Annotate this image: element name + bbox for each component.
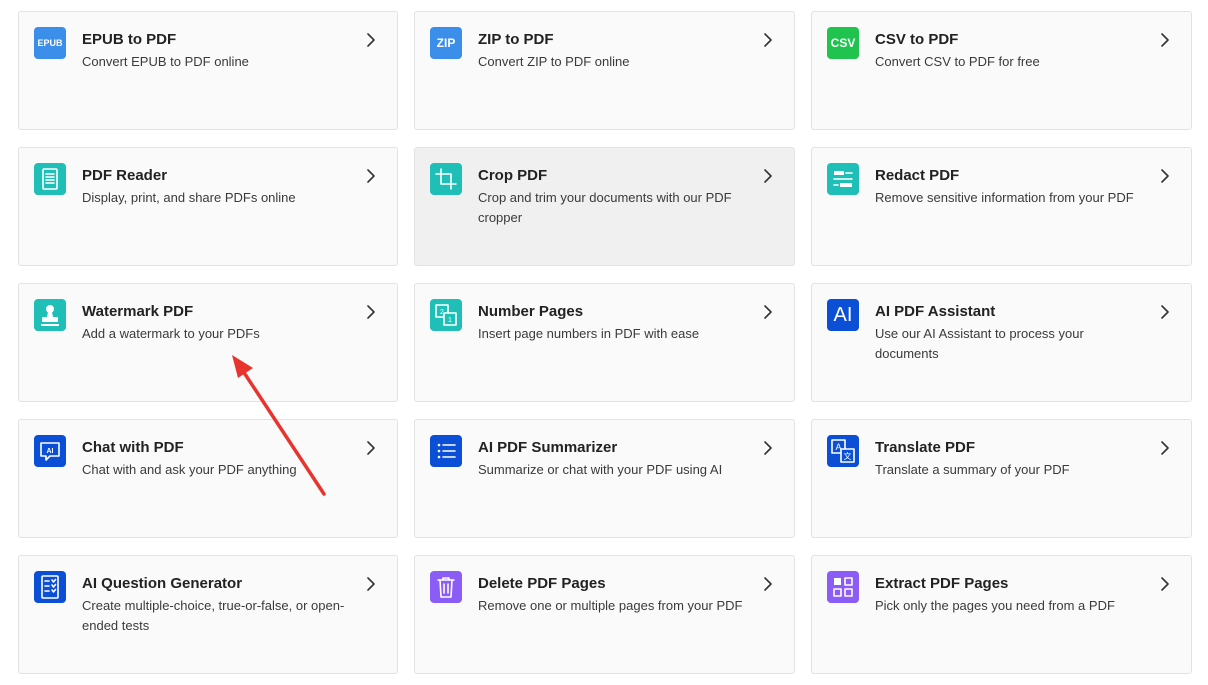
ai-icon: AI [827, 299, 859, 331]
tool-card-epub-to-pdf[interactable]: EPUB EPUB to PDF Convert EPUB to PDF onlin… [18, 11, 398, 130]
tool-description: Remove sensitive information from your P… [875, 190, 1134, 205]
tool-description: Summarize or chat with your PDF using AI [478, 462, 723, 477]
tool-title: Extract PDF Pages [875, 575, 1009, 592]
tool-title: ZIP to PDF [478, 31, 554, 48]
tool-title: Crop PDF [478, 167, 548, 184]
tool-title: Delete PDF Pages [478, 575, 606, 592]
tool-title: Redact PDF [875, 167, 960, 184]
zip-icon: ZIP [430, 27, 462, 59]
tool-description: Chat with and ask your PDF anything [82, 462, 297, 477]
tool-title: AI PDF Assistant [875, 303, 996, 320]
tool-card-ai-question-generator[interactable]: AI Question Generator Create multiple-cho… [18, 555, 398, 674]
icon-label: ZIP [436, 36, 456, 50]
chat-ai-icon: AI [34, 435, 66, 467]
tool-description: Use our AI Assistant to process your doc… [875, 326, 1084, 361]
chevron-right-icon [367, 441, 375, 455]
chevron-right-icon [764, 33, 772, 47]
chevron-right-icon [367, 169, 375, 183]
tool-card-csv-to-pdf[interactable]: CSV CSV to PDF Convert CSV to PDF for free [811, 11, 1192, 130]
tool-title: Number Pages [478, 303, 584, 320]
tool-description: Crop and trim your documents with our PD… [478, 190, 732, 225]
tool-card-ai-pdf-summarizer[interactable]: AI PDF Summarizer Summarize or chat with … [414, 419, 795, 538]
chevron-right-icon [367, 305, 375, 319]
svg-text:1: 1 [448, 317, 452, 324]
tool-title: Chat with PDF [82, 439, 184, 456]
trash-icon [430, 571, 462, 603]
chevron-right-icon [1161, 169, 1169, 183]
translate-icon: A文 [827, 435, 859, 467]
tool-description: Display, print, and share PDFs online [82, 190, 296, 205]
tool-description: Add a watermark to your PDFs [82, 326, 260, 341]
tool-title: AI PDF Summarizer [478, 439, 618, 456]
icon-label: CSV [830, 36, 856, 50]
document-icon [34, 163, 66, 195]
tool-description: Insert page numbers in PDF with ease [478, 326, 700, 341]
chevron-right-icon [1161, 577, 1169, 591]
tool-description: Create multiple-choice, true-or-false, o… [82, 598, 345, 633]
tool-card-pdf-reader[interactable]: PDF Reader Display, print, and share PDFs… [18, 147, 398, 266]
tool-title: Watermark PDF [82, 303, 194, 320]
tool-card-number-pages[interactable]: 2 1 Number Pages Insert page numbers in PDF… [414, 283, 795, 402]
svg-text:文: 文 [844, 451, 852, 461]
question-list-icon [34, 571, 66, 603]
stamp-icon [34, 299, 66, 331]
svg-text:AI: AI [47, 448, 54, 455]
tool-card-translate-pdf[interactable]: A 文 Translate PDF Translate a summary of yo… [811, 419, 1192, 538]
extract-pages-icon [827, 571, 859, 603]
tools-grid: EPUB EPUB to PDF Convert EPUB to PDF onlin… [18, 11, 1192, 674]
number-pages-icon: 21 [430, 299, 462, 331]
tool-card-watermark-pdf[interactable]: Watermark PDF Add a watermark to your PDF… [18, 283, 398, 402]
chevron-right-icon [367, 577, 375, 591]
tool-description: Convert EPUB to PDF online [82, 54, 249, 69]
chevron-right-icon [764, 441, 772, 455]
tool-card-redact-pdf[interactable]: Redact PDF Remove sensitive information f… [811, 147, 1192, 266]
chevron-right-icon [1161, 305, 1169, 319]
tool-title: CSV to PDF [875, 31, 959, 48]
chevron-right-icon [764, 305, 772, 319]
redact-icon [827, 163, 859, 195]
tool-description: Convert ZIP to PDF online [478, 54, 630, 69]
crop-icon [430, 163, 462, 195]
list-icon [430, 435, 462, 467]
tool-card-delete-pdf-pages[interactable]: Delete PDF Pages Remove one or multiple p… [414, 555, 795, 674]
tool-title: PDF Reader [82, 167, 168, 184]
tool-title: Translate PDF [875, 439, 976, 456]
tool-description: Convert CSV to PDF for free [875, 54, 1040, 69]
chevron-right-icon [367, 33, 375, 47]
tool-card-ai-pdf-assistant[interactable]: AI AI PDF Assistant Use our AI Assistant t… [811, 283, 1192, 402]
chevron-right-icon [764, 169, 772, 183]
chevron-right-icon [1161, 441, 1169, 455]
svg-text:2: 2 [440, 309, 444, 316]
chevron-right-icon [1161, 33, 1169, 47]
tool-description: Remove one or multiple pages from your P… [478, 598, 743, 613]
tool-card-zip-to-pdf[interactable]: ZIP ZIP to PDF Convert ZIP to PDF online [414, 11, 795, 130]
tool-description: Translate a summary of your PDF [875, 462, 1070, 477]
epub-icon: EPUB [34, 27, 66, 59]
tool-title: AI Question Generator [82, 575, 243, 592]
icon-label: AI [833, 303, 853, 326]
tool-description: Pick only the pages you need from a PDF [875, 598, 1115, 613]
tool-card-extract-pdf-pages[interactable]: Extract PDF Pages Pick only the pages you… [811, 555, 1192, 674]
csv-icon: CSV [827, 27, 859, 59]
chevron-right-icon [764, 577, 772, 591]
tool-card-crop-pdf[interactable]: Crop PDF Crop and trim your documents wit… [414, 147, 795, 266]
icon-label: EPUB [37, 38, 63, 48]
tool-title: EPUB to PDF [82, 31, 177, 48]
tool-card-chat-with-pdf[interactable]: AI Chat with PDF Chat with and ask your PD… [18, 419, 398, 538]
